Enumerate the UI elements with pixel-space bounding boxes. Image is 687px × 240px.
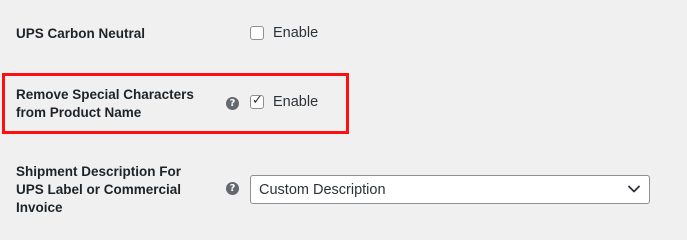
- help-icon[interactable]: ?: [226, 97, 239, 110]
- shipment-description-label: Shipment Description For UPS Label or Co…: [16, 163, 181, 217]
- shipment-description-select[interactable]: Custom Description: [250, 175, 650, 204]
- carbon-neutral-label: UPS Carbon Neutral: [16, 26, 146, 41]
- remove-special-chars-label: Remove Special Characters from Product N…: [16, 86, 194, 122]
- shipment-description-label-line2: UPS Label or Commercial: [16, 182, 182, 197]
- remove-special-chars-label-line1: Remove Special Characters: [16, 87, 194, 102]
- help-icon[interactable]: ?: [226, 182, 239, 195]
- checkmark-icon: ✓: [252, 93, 263, 108]
- shipment-description-label-line3: Invoice: [16, 200, 63, 215]
- chevron-down-icon: [628, 185, 640, 193]
- remove-special-chars-label-line2: from Product Name: [16, 105, 142, 120]
- remove-special-chars-enable-label[interactable]: Enable: [273, 93, 318, 111]
- carbon-neutral-row: UPS Carbon Neutral Enable: [0, 0, 687, 70]
- remove-special-chars-row: Remove Special Characters from Product N…: [0, 70, 687, 140]
- remove-special-chars-checkbox[interactable]: ✓: [250, 93, 264, 109]
- shipment-description-selected-value: Custom Description: [259, 182, 386, 198]
- shipment-description-label-line1: Shipment Description For: [16, 164, 182, 179]
- carbon-neutral-checkbox[interactable]: [250, 26, 264, 40]
- carbon-neutral-enable-label[interactable]: Enable: [273, 24, 318, 42]
